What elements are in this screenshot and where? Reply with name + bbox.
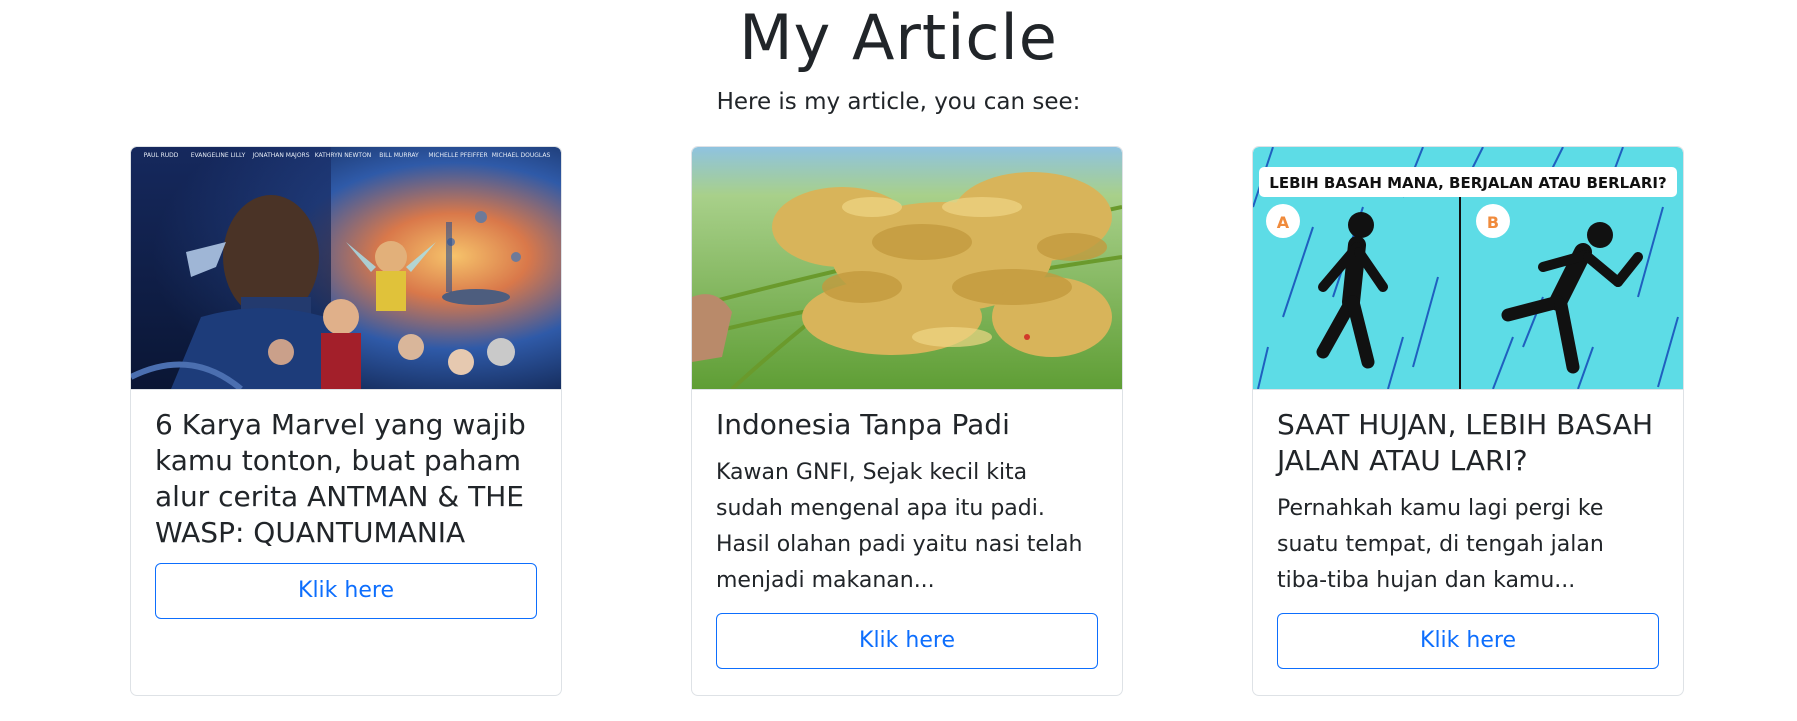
klik-here-button-padi[interactable]: Klik here — [716, 613, 1098, 669]
svg-text:EVANGELINE LILLY: EVANGELINE LILLY — [191, 152, 246, 159]
article-excerpt-padi: Kawan GNFI, Sejak kecil kita sudah menge… — [716, 460, 1083, 593]
article-title-marvel: 6 Karya Marvel yang wajib kamu tonton, b… — [155, 408, 526, 549]
svg-text:B: B — [1487, 213, 1499, 232]
article-excerpt-hujan: Pernahkah kamu lagi pergi ke suatu tempa… — [1277, 496, 1604, 593]
card-body: SAAT HUJAN, LEBIH BASAH JALAN ATAU LARI?… — [1277, 407, 1659, 669]
article-title-hujan: SAAT HUJAN, LEBIH BASAH JALAN ATAU LARI? — [1277, 408, 1654, 477]
article-image-rice — [692, 147, 1122, 390]
article-image-rain-illustration: LEBIH BASAH MANA, BERJALAN ATAU BERLARI?… — [1253, 147, 1683, 390]
klik-here-button-hujan[interactable]: Klik here — [1277, 613, 1659, 669]
svg-text:LEBIH BASAH MANA, BERJALAN AT: LEBIH BASAH MANA, BERJALAN ATAU BERLARI? — [1269, 174, 1666, 192]
article-card-hujan: LEBIH BASAH MANA, BERJALAN ATAU BERLARI?… — [1252, 146, 1684, 696]
article-card-marvel: PAUL RUDD EVANGELINE LILLY JONATHAN MAJO… — [130, 146, 562, 696]
svg-text:JONATHAN MAJORS: JONATHAN MAJORS — [251, 152, 309, 159]
svg-text:BILL MURRAY: BILL MURRAY — [379, 152, 419, 159]
svg-text:PAUL RUDD: PAUL RUDD — [144, 152, 179, 159]
svg-text:KATHRYN NEWTON: KATHRYN NEWTON — [315, 152, 372, 159]
card-body: 6 Karya Marvel yang wajib kamu tonton, b… — [155, 407, 537, 619]
svg-text:MICHELLE PFEIFFER: MICHELLE PFEIFFER — [428, 152, 487, 159]
svg-text:A: A — [1277, 213, 1290, 232]
svg-text:MICHAEL DOUGLAS: MICHAEL DOUGLAS — [492, 152, 551, 159]
article-card-padi: Indonesia Tanpa Padi Kawan GNFI, Sejak k… — [691, 146, 1123, 696]
card-body: Indonesia Tanpa Padi Kawan GNFI, Sejak k… — [716, 407, 1098, 669]
klik-here-button-marvel[interactable]: Klik here — [155, 563, 537, 619]
page-title: My Article — [739, 1, 1058, 74]
page-subtitle: Here is my article, you can see: — [716, 89, 1081, 115]
article-image-marvel-poster: PAUL RUDD EVANGELINE LILLY JONATHAN MAJO… — [131, 147, 561, 390]
article-title-padi: Indonesia Tanpa Padi — [716, 408, 1010, 441]
